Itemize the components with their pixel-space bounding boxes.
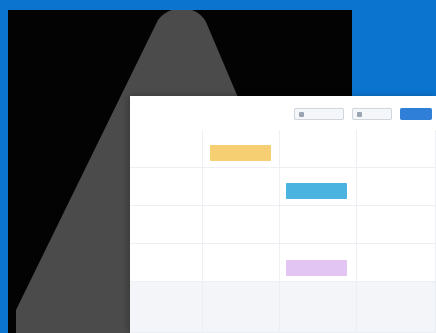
calendar-window [130, 96, 436, 333]
weekday-header [130, 122, 436, 130]
weekday-label [130, 122, 203, 130]
month-view-button[interactable] [294, 108, 344, 120]
list-icon [357, 111, 362, 117]
day-cell[interactable] [130, 168, 203, 206]
day-cell[interactable] [130, 206, 203, 244]
day-cell[interactable] [203, 168, 280, 206]
calendar-event[interactable] [286, 260, 347, 276]
day-cell[interactable] [357, 282, 436, 333]
weekday-label [280, 122, 357, 130]
day-cell[interactable] [357, 130, 436, 168]
day-cell[interactable] [203, 206, 280, 244]
day-cell[interactable] [280, 130, 357, 168]
calendar-event[interactable] [210, 145, 271, 161]
day-cell[interactable] [357, 206, 436, 244]
day-cell[interactable] [203, 244, 280, 282]
month-grid [130, 130, 436, 333]
day-cell[interactable] [203, 282, 280, 333]
weekday-label [357, 122, 436, 130]
calendar-toolbar [294, 108, 432, 120]
day-cell[interactable] [130, 130, 203, 168]
add-event-button[interactable] [400, 108, 432, 120]
day-cell[interactable] [357, 244, 436, 282]
calendar-icon [299, 111, 304, 117]
weekday-label [203, 122, 280, 130]
day-cell[interactable] [280, 206, 357, 244]
calendar-event[interactable] [286, 183, 347, 199]
day-cell[interactable] [280, 282, 357, 333]
day-cell[interactable] [130, 282, 203, 333]
day-cell[interactable] [130, 244, 203, 282]
list-view-button[interactable] [352, 108, 392, 120]
day-cell[interactable] [357, 168, 436, 206]
